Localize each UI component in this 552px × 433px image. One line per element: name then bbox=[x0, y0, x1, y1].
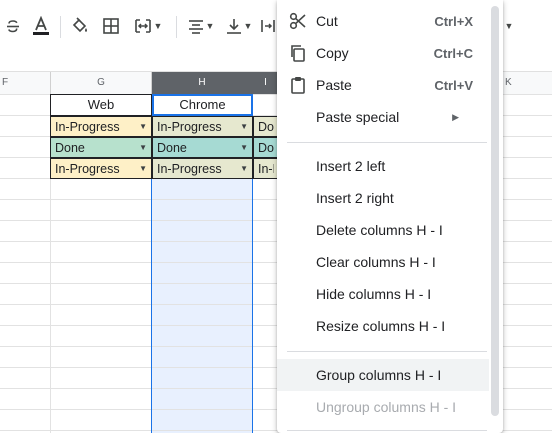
chip-label: In-Progress bbox=[55, 119, 120, 134]
shortcut-label: Ctrl+V bbox=[434, 77, 473, 93]
shortcut-label: Ctrl+C bbox=[433, 45, 473, 61]
column-header-h[interactable]: H bbox=[152, 72, 253, 94]
menu-item-group-columns[interactable]: Group columns H - I bbox=[277, 359, 489, 391]
menu-divider bbox=[287, 142, 487, 143]
chevron-down-icon[interactable]: ▼ bbox=[502, 12, 514, 40]
menu-item-label: Cut bbox=[316, 13, 338, 29]
align-horizontal-icon[interactable]: ▼ bbox=[184, 12, 218, 40]
status-chip-g3[interactable]: In-Progress ▼ bbox=[50, 158, 152, 179]
chip-label: Don bbox=[258, 119, 274, 134]
menu-item-clear-columns[interactable]: Clear columns H - I bbox=[277, 246, 489, 278]
menu-item-label: Delete columns H - I bbox=[316, 222, 443, 238]
cell-h-header[interactable]: Chrome bbox=[152, 94, 253, 116]
scissors-icon bbox=[288, 11, 308, 31]
menu-item-label: Paste special bbox=[316, 109, 400, 125]
menu-item-label: Insert 2 left bbox=[316, 158, 386, 174]
chip-label: In-Progress bbox=[157, 161, 222, 176]
status-chip-h1[interactable]: In-Progress ▼ bbox=[152, 116, 253, 137]
merge-cells-icon[interactable]: ▼ bbox=[130, 12, 166, 40]
column-header-k[interactable]: K bbox=[503, 72, 552, 94]
column-context-menu: Cut Ctrl+X Copy Ctrl+C Paste Ctrl+V Past… bbox=[277, 0, 503, 433]
chevron-down-icon: ▼ bbox=[153, 21, 163, 31]
chevron-down-icon: ▼ bbox=[240, 142, 248, 152]
status-chip-i2[interactable]: Don bbox=[253, 137, 279, 158]
status-chip-g2[interactable]: Done ▼ bbox=[50, 137, 152, 158]
text-color-icon[interactable] bbox=[30, 12, 52, 40]
menu-item-label: Ungroup columns H - I bbox=[316, 399, 457, 415]
chevron-down-icon: ▼ bbox=[240, 121, 248, 131]
menu-item-label: Resize columns H - I bbox=[316, 318, 446, 334]
status-chip-i1[interactable]: Don bbox=[253, 116, 279, 137]
menu-scrollbar-thumb[interactable] bbox=[491, 6, 499, 416]
align-vertical-icon[interactable]: ▼ bbox=[222, 12, 256, 40]
cell-g-header[interactable]: Web bbox=[50, 94, 152, 116]
menu-item-label: Clear columns H - I bbox=[316, 254, 436, 270]
menu-item-label: Group columns H - I bbox=[316, 367, 442, 383]
chevron-down-icon: ▼ bbox=[139, 142, 147, 152]
toolbar-divider bbox=[176, 16, 177, 38]
chip-label: Done bbox=[157, 140, 187, 155]
menu-divider bbox=[287, 430, 487, 431]
menu-scrollbar[interactable] bbox=[491, 6, 499, 426]
status-chip-h2[interactable]: Done ▼ bbox=[152, 137, 253, 158]
submenu-arrow-icon: ▶ bbox=[452, 111, 459, 122]
chevron-down-icon: ▼ bbox=[240, 163, 248, 173]
status-chip-h3[interactable]: In-Progress ▼ bbox=[152, 158, 253, 179]
shortcut-label: Ctrl+X bbox=[434, 13, 473, 29]
menu-item-label: Insert 2 right bbox=[316, 190, 394, 206]
menu-item-label: Hide columns H - I bbox=[316, 286, 432, 302]
column-header-g[interactable]: G bbox=[51, 72, 152, 94]
chip-label: Don bbox=[258, 140, 274, 155]
menu-item-resize-columns[interactable]: Resize columns H - I bbox=[277, 310, 489, 342]
menu-item-copy[interactable]: Copy Ctrl+C bbox=[277, 37, 489, 69]
menu-item-label: Copy bbox=[316, 45, 349, 61]
menu-item-insert-left[interactable]: Insert 2 left bbox=[277, 150, 489, 182]
chevron-down-icon: ▼ bbox=[243, 21, 253, 31]
chip-label: In-Progress bbox=[157, 119, 222, 134]
borders-icon[interactable] bbox=[100, 12, 122, 40]
menu-item-hide-columns[interactable]: Hide columns H - I bbox=[277, 278, 489, 310]
menu-item-paste[interactable]: Paste Ctrl+V bbox=[277, 69, 489, 101]
chevron-down-icon: ▼ bbox=[205, 21, 215, 31]
menu-item-paste-special[interactable]: Paste special ▶ bbox=[277, 101, 489, 133]
menu-divider bbox=[287, 351, 487, 352]
chevron-down-icon: ▼ bbox=[139, 121, 147, 131]
menu-item-label: Paste bbox=[316, 77, 352, 93]
status-chip-i3[interactable]: In-P bbox=[253, 158, 279, 179]
clipboard-icon bbox=[288, 75, 308, 95]
text-wrap-icon[interactable] bbox=[260, 12, 276, 40]
status-chip-g1[interactable]: In-Progress ▼ bbox=[50, 116, 152, 137]
menu-item-delete-columns[interactable]: Delete columns H - I bbox=[277, 214, 489, 246]
chip-label: Done bbox=[55, 140, 85, 155]
menu-item-ungroup-columns: Ungroup columns H - I bbox=[277, 391, 489, 423]
fill-color-icon[interactable] bbox=[68, 12, 92, 40]
toolbar-divider bbox=[60, 16, 61, 38]
chevron-down-icon: ▼ bbox=[139, 163, 147, 173]
column-header-f[interactable]: F bbox=[0, 72, 51, 94]
chip-label: In-P bbox=[258, 161, 274, 176]
strikethrough-icon[interactable] bbox=[2, 12, 24, 40]
chip-label: In-Progress bbox=[55, 161, 120, 176]
column-header-i[interactable]: I bbox=[253, 72, 279, 94]
copy-icon bbox=[288, 43, 308, 63]
menu-item-insert-right[interactable]: Insert 2 right bbox=[277, 182, 489, 214]
menu-item-cut[interactable]: Cut Ctrl+X bbox=[277, 5, 489, 37]
